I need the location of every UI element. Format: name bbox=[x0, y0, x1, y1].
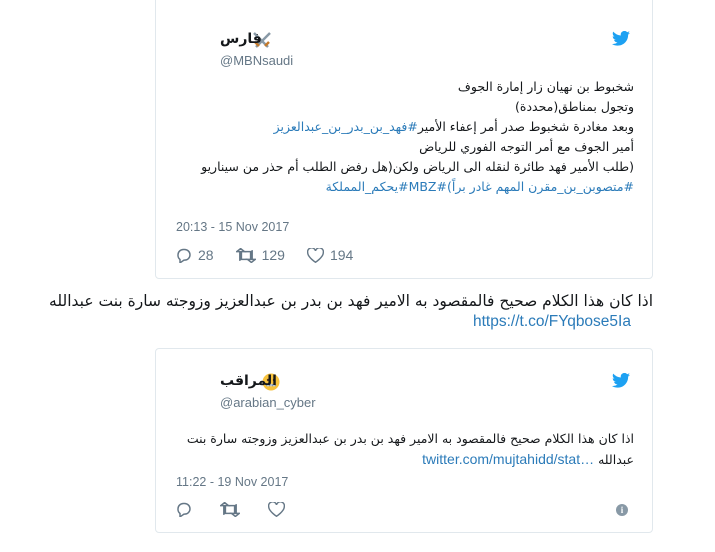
twitter-bird-icon[interactable] bbox=[612, 372, 632, 389]
hashtag-link[interactable]: #MBZ bbox=[409, 179, 447, 194]
tweet-line-text: وبعد مغادرة شخبوط صدر أمر إعفاء الأمير bbox=[417, 119, 634, 134]
reply-button[interactable] bbox=[176, 502, 198, 517]
tweet-timestamp[interactable]: 11:22 - 19 Nov 2017 bbox=[176, 475, 288, 489]
author[interactable]: المراقب bbox=[220, 373, 420, 393]
retweet-icon bbox=[235, 247, 256, 263]
main-tweet-text: اذا كان هذا الكلام صحيح فالمقصود به الام… bbox=[49, 292, 653, 310]
tweet-line: (طلب الأمير فهد طائرة لنقله الى الرياض و… bbox=[201, 159, 634, 174]
tweet-line: #متصوبن_بن_مقرن المهم غادر براً)#MBZ#يحك… bbox=[201, 177, 634, 197]
tweet-link[interactable]: twitter.com/mujtahidd/stat… bbox=[422, 451, 594, 467]
hashtag-link[interactable]: #فهد_بن_بدر_بن_عبدالعزيز bbox=[274, 119, 418, 134]
tweet-line: وبعد مغادرة شخبوط صدر أمر إعفاء الأمير#ف… bbox=[201, 117, 634, 137]
reply-icon bbox=[177, 502, 191, 517]
tweet-text: اذا كان هذا الكلام صحيح فالمقصود به الام… bbox=[187, 429, 634, 470]
retweet-button[interactable] bbox=[220, 502, 246, 517]
author[interactable]: فارس bbox=[220, 31, 420, 51]
reply-count: 28 bbox=[198, 247, 214, 263]
tweet-line: أمير الجوف مع أمر التوجه الفوري للرياض bbox=[419, 139, 634, 154]
tweet-actions: 28 129 194 bbox=[176, 247, 375, 263]
embedded-tweet-card[interactable]: المراقب @arabian_cyber اذا كان هذا الكلا… bbox=[155, 348, 653, 533]
author-name[interactable]: فارس bbox=[220, 31, 262, 47]
tweet-text: شخبوط بن نهيان زار إمارة الجوف وتجول بمن… bbox=[201, 77, 634, 197]
like-count: 194 bbox=[329, 247, 354, 263]
author-name[interactable]: المراقب bbox=[220, 373, 277, 389]
author-handle[interactable]: @MBNsaudi bbox=[220, 53, 293, 68]
tweet-line: عبدالله twitter.com/mujtahidd/stat… bbox=[187, 449, 634, 470]
twitter-bird-icon[interactable] bbox=[612, 30, 632, 47]
hashtag-link[interactable]: #يحكم_المملكة bbox=[326, 179, 409, 194]
author-handle[interactable]: @arabian_cyber bbox=[220, 395, 316, 410]
heart-icon bbox=[306, 247, 324, 263]
reply-icon bbox=[177, 248, 191, 263]
tweet-line: شخبوط بن نهيان زار إمارة الجوف bbox=[457, 79, 634, 94]
reply-button[interactable]: 28 bbox=[176, 247, 214, 263]
tweet-link[interactable]: https://t.co/FYqbose5Ia bbox=[473, 313, 631, 331]
info-icon[interactable]: i bbox=[616, 504, 628, 516]
tweet-line: اذا كان هذا الكلام صحيح فالمقصود به الام… bbox=[186, 431, 634, 446]
tweet-actions bbox=[176, 502, 313, 517]
heart-icon bbox=[268, 502, 285, 517]
tweet-line: وتجول بمناطق(محددة) bbox=[515, 99, 634, 114]
like-button[interactable] bbox=[268, 502, 291, 517]
tweet-timestamp[interactable]: 20:13 - 15 Nov 2017 bbox=[176, 220, 289, 234]
embedded-tweet-card[interactable]: فارس @MBNsaudi شخبوط بن نهيان زار إمارة … bbox=[155, 0, 653, 279]
tweet-line-text: عبدالله bbox=[598, 452, 634, 467]
hashtag-link[interactable]: #متصوبن_بن_مقرن المهم غادر براً) bbox=[447, 179, 634, 194]
retweet-button[interactable]: 129 bbox=[235, 247, 285, 263]
like-button[interactable]: 194 bbox=[306, 247, 354, 263]
retweet-icon bbox=[220, 502, 240, 517]
retweet-count: 129 bbox=[261, 247, 285, 263]
